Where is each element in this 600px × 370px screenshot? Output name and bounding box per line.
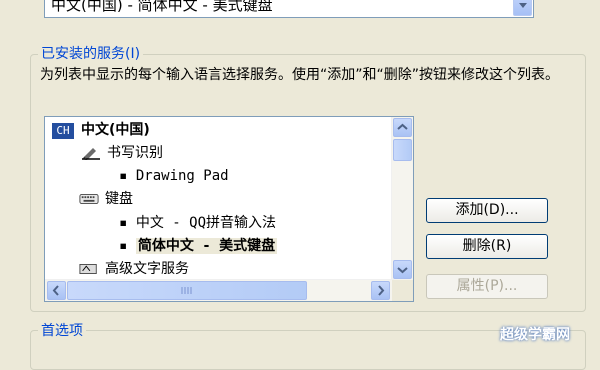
scroll-down-button[interactable] <box>393 260 412 279</box>
installed-services-description: 为列表中显示的每个输入语言选择服务。使用“添加”和“删除”按钮来修改这个列表。 <box>40 67 560 83</box>
tree-item-us-keyboard-label: 简体中文 - 美式键盘 <box>135 238 278 254</box>
scroll-up-button[interactable] <box>393 118 412 137</box>
vertical-scrollbar[interactable] <box>391 117 413 281</box>
bullet-icon: ▪ <box>119 168 136 184</box>
preferences-title: 首选项 <box>38 320 86 340</box>
tree-item-keyboard-label: 键盘 <box>105 191 133 207</box>
horizontal-scroll-thumb[interactable] <box>67 281 307 300</box>
bullet-icon: ▪ <box>119 215 136 231</box>
remove-button[interactable]: 删除(R) <box>426 234 548 259</box>
add-button[interactable]: 添加(D)... <box>426 198 548 223</box>
chevron-up-icon <box>397 123 408 130</box>
scroll-left-button[interactable] <box>47 281 66 300</box>
tree-item-us-keyboard[interactable]: ▪ 简体中文 - 美式键盘 <box>119 235 278 257</box>
language-badge: CH <box>52 123 74 139</box>
watermark: 超级学霸网 <box>500 327 570 343</box>
tree-item-handwriting-label: 书写识别 <box>107 145 163 161</box>
tree-item-qq-pinyin-label: 中文 - QQ拼音输入法 <box>135 215 277 231</box>
scrollbar-corner <box>392 280 413 301</box>
grip-icon <box>181 287 192 294</box>
installed-services-title: 已安装的服务(I) <box>38 43 144 63</box>
tree-item-keyboard[interactable]: 键盘 <box>45 188 390 210</box>
bullet-icon: ▪ <box>119 238 136 254</box>
properties-button[interactable]: 属性(P)... <box>426 274 548 299</box>
keyboard-icon <box>79 194 99 204</box>
tree-item-language[interactable]: CH 中文(中国) <box>45 119 390 141</box>
text-services-icon <box>79 264 97 274</box>
pen-icon <box>82 148 100 160</box>
tree-item-handwriting[interactable]: 书写识别 <box>45 142 390 164</box>
chevron-right-icon <box>378 285 385 296</box>
vertical-scroll-thumb[interactable] <box>393 139 412 161</box>
tree-item-advanced-text-services[interactable]: 高级文字服务 <box>45 258 390 280</box>
scroll-right-button[interactable] <box>371 281 390 300</box>
chevron-down-icon <box>397 267 408 274</box>
default-language-value: 中文(中国) - 简体中文 - 美式键盘 <box>51 0 273 14</box>
services-tree[interactable]: CH 中文(中国) 书写识别 ▪ Drawing Pad 键盘 ▪ 中文 - Q… <box>44 116 414 302</box>
horizontal-scrollbar[interactable] <box>45 279 394 301</box>
tree-item-language-label: 中文(中国) <box>81 122 150 138</box>
chevron-down-icon[interactable] <box>513 0 532 16</box>
tree-item-drawing-pad[interactable]: ▪ Drawing Pad <box>119 165 229 187</box>
default-language-select[interactable]: 中文(中国) - 简体中文 - 美式键盘 <box>44 0 534 18</box>
chevron-left-icon <box>52 285 59 296</box>
tree-item-drawing-pad-label: Drawing Pad <box>135 168 229 184</box>
tree-item-qq-pinyin[interactable]: ▪ 中文 - QQ拼音输入法 <box>119 212 276 234</box>
tree-item-advanced-label: 高级文字服务 <box>105 261 189 277</box>
